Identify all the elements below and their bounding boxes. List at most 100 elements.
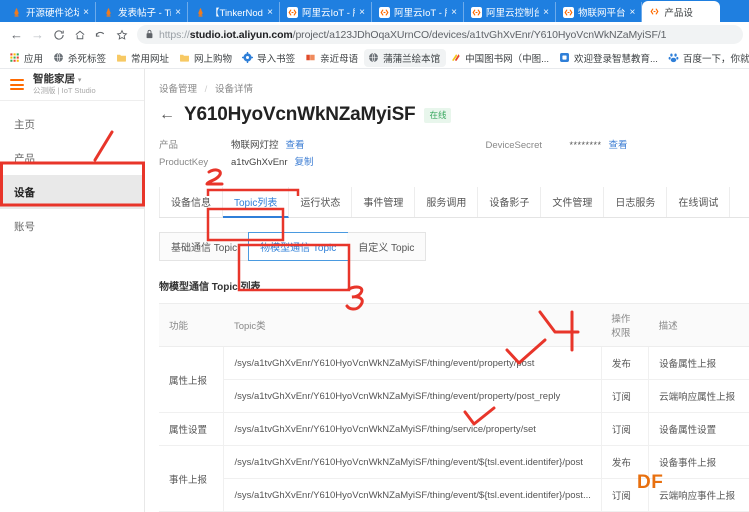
- meta-action-link[interactable]: 复制: [295, 154, 314, 168]
- page-title: Y610HyoVcnWkNZaMyiSF: [184, 104, 416, 125]
- project-name: 智能家居: [33, 73, 75, 86]
- browser-tab-label: 阿里云IoT - 所: [302, 8, 355, 19]
- aliyun-icon: [379, 6, 390, 18]
- tab-7[interactable]: 日志服务: [604, 187, 668, 217]
- sidebar-item-0[interactable]: 主页: [0, 107, 144, 141]
- sidebar-item-3[interactable]: 账号: [0, 209, 144, 243]
- bookmark-item-9[interactable]: 百度一下，你就知道: [664, 49, 749, 67]
- table-cell-perm: 订阅: [601, 412, 650, 446]
- tab-5[interactable]: 设备影子: [478, 187, 542, 217]
- tab-6[interactable]: 文件管理: [541, 187, 605, 217]
- bookmark-item-1[interactable]: 杀死标签: [49, 49, 112, 67]
- table-cell-desc: 设备事件上报: [648, 445, 749, 479]
- history-glyph: [95, 31, 105, 37]
- browser-tab-6[interactable]: 物联网平台 ×: [556, 2, 643, 22]
- bookmark-item-8[interactable]: 欢迎登录智慧教育...: [555, 49, 664, 67]
- back-arrow-icon[interactable]: ←: [159, 107, 175, 123]
- browser-tab-label: 【TinkerNode: [210, 8, 264, 19]
- bookmark-item-3[interactable]: 网上购物: [175, 49, 238, 67]
- tab-1[interactable]: Topic列表: [223, 187, 290, 218]
- app-root: 智能家居 ▾ 公测版 | IoT Studio 主页产品设备账号 设备管理 / …: [0, 69, 749, 512]
- url-scheme: https://: [159, 28, 190, 41]
- tab-0[interactable]: 设备信息: [159, 187, 223, 217]
- bookmark-item-6[interactable]: 蒲蒲兰绘本馆: [364, 48, 447, 67]
- browser-toolbar: ← → https://studio.iot.aliyun.com/projec…: [0, 22, 749, 47]
- sidebar-item-2[interactable]: 设备: [0, 175, 144, 209]
- gear-icon: [242, 52, 254, 63]
- subtab-2[interactable]: 自定义 Topic: [347, 233, 426, 260]
- browser-tab-0[interactable]: 开源硬件论坛 -×: [4, 2, 96, 22]
- browser-tab-7[interactable]: 产品设: [642, 1, 721, 22]
- chevron-down-icon[interactable]: ▾: [78, 77, 82, 84]
- hamburger-icon[interactable]: [10, 79, 24, 90]
- back-icon[interactable]: ←: [6, 24, 27, 45]
- close-icon[interactable]: ×: [451, 7, 457, 18]
- browser-tab-1[interactable]: 发表帖子 - Tink ×: [96, 2, 188, 22]
- table-row: /sys/a1tvGhXvEnr/Y610HyoVcnWkNZaMyiSF/th…: [159, 379, 749, 413]
- breadcrumb-root[interactable]: 设备管理: [159, 84, 197, 95]
- table-cell-topic: /sys/a1tvGhXvEnr/Y610HyoVcnWkNZaMyiSF/th…: [223, 346, 602, 380]
- table-cell-topic: /sys/a1tvGhXvEnr/Y610HyoVcnWkNZaMyiSF/th…: [223, 412, 602, 446]
- bookmark-item-0[interactable]: 应用: [5, 49, 49, 67]
- bookmark-star-icon[interactable]: [111, 24, 132, 45]
- close-icon[interactable]: ×: [543, 7, 549, 18]
- reload-icon[interactable]: [48, 24, 69, 45]
- meta-action-link[interactable]: 查看: [609, 137, 628, 151]
- table-cell-topic: /sys/a1tvGhXvEnr/Y610HyoVcnWkNZaMyiSF/th…: [223, 445, 602, 479]
- breadcrumb-current: 设备详情: [214, 84, 253, 95]
- sidebar-item-label: 设备: [14, 186, 35, 199]
- tab-3[interactable]: 事件管理: [352, 187, 416, 217]
- tab-2[interactable]: 运行状态: [289, 187, 353, 217]
- tab-4[interactable]: 服务调用: [415, 187, 479, 217]
- browser-tab-2[interactable]: 【TinkerNode ×: [188, 2, 280, 22]
- bookmark-item-4[interactable]: 导入书签: [238, 49, 301, 67]
- table-cell-func: 事件上报: [159, 445, 225, 512]
- meta-value: ********: [569, 140, 602, 150]
- bookmark-item-5[interactable]: 亲近母语: [301, 49, 364, 67]
- browser-tab-5[interactable]: 阿里云控制台首 ×: [464, 2, 556, 22]
- subtab-1[interactable]: 物模型通信 Topic: [248, 232, 349, 261]
- ribbon-icon: [452, 54, 460, 61]
- table-row: 属性设置/sys/a1tvGhXvEnr/Y610HyoVcnWkNZaMyiS…: [159, 412, 749, 446]
- table-cell-func: 属性上报: [159, 346, 225, 413]
- home-icon[interactable]: [69, 24, 90, 45]
- close-icon[interactable]: ×: [267, 7, 273, 18]
- project-switcher[interactable]: 智能家居 ▾ 公测版 | IoT Studio: [33, 73, 96, 96]
- meta-action-link[interactable]: 查看: [286, 137, 305, 151]
- browser-tab-label: 物联网平台: [578, 8, 626, 19]
- close-icon[interactable]: ×: [359, 7, 365, 18]
- browser-tab-3[interactable]: 阿里云IoT - 所 ×: [280, 2, 372, 22]
- close-icon[interactable]: ×: [175, 7, 181, 18]
- table-header-perm: 操作权限: [601, 303, 649, 347]
- meta-key: DeviceSecret: [485, 140, 543, 151]
- table-cell-perm: 发布: [601, 346, 650, 380]
- bookmark-label: 欢迎登录智慧教育...: [574, 53, 658, 65]
- close-icon[interactable]: ×: [630, 7, 636, 18]
- device-meta-left-row-1: ProductKey a1tvGhXvEnr 复制: [159, 154, 314, 171]
- breadcrumb: 设备管理 / 设备详情: [159, 81, 749, 95]
- star-glyph: [116, 29, 127, 40]
- sidebar-header[interactable]: 智能家居 ▾ 公测版 | IoT Studio: [0, 69, 144, 101]
- history-back-icon[interactable]: [90, 24, 111, 45]
- sidebar-item-label: 主页: [14, 118, 35, 131]
- baidu-paw-icon: [668, 53, 679, 63]
- bookmark-item-7[interactable]: 中国图书网（中图...: [446, 49, 555, 67]
- orange-flame-icon: [106, 7, 111, 17]
- tab-8[interactable]: 在线调试: [667, 187, 731, 217]
- status-badge: 在线: [424, 107, 452, 123]
- meta-value: a1tvGhXvEnr: [231, 157, 288, 168]
- browser-tab-label: 阿里云控制台首: [486, 8, 539, 19]
- bookmark-label: 百度一下，你就知道: [682, 53, 749, 65]
- sidebar-item-1[interactable]: 产品: [0, 141, 144, 175]
- bookmark-item-2[interactable]: 常用网址: [112, 49, 175, 67]
- forward-icon[interactable]: →: [27, 24, 48, 45]
- close-icon[interactable]: ×: [83, 7, 89, 18]
- apps-grid-icon: [10, 53, 19, 62]
- meta-value: 物联网灯控: [231, 140, 279, 151]
- meta-key: 产品: [159, 140, 179, 151]
- subtab-0[interactable]: 基础通信 Topic: [160, 233, 250, 260]
- device-meta-left-row-0: 产品 物联网灯控 查看: [159, 137, 314, 154]
- aliyun-icon: [563, 6, 574, 18]
- address-bar[interactable]: https://studio.iot.aliyun.com/project/a1…: [137, 25, 743, 44]
- browser-tab-4[interactable]: 阿里云IoT - 所 ×: [372, 2, 464, 22]
